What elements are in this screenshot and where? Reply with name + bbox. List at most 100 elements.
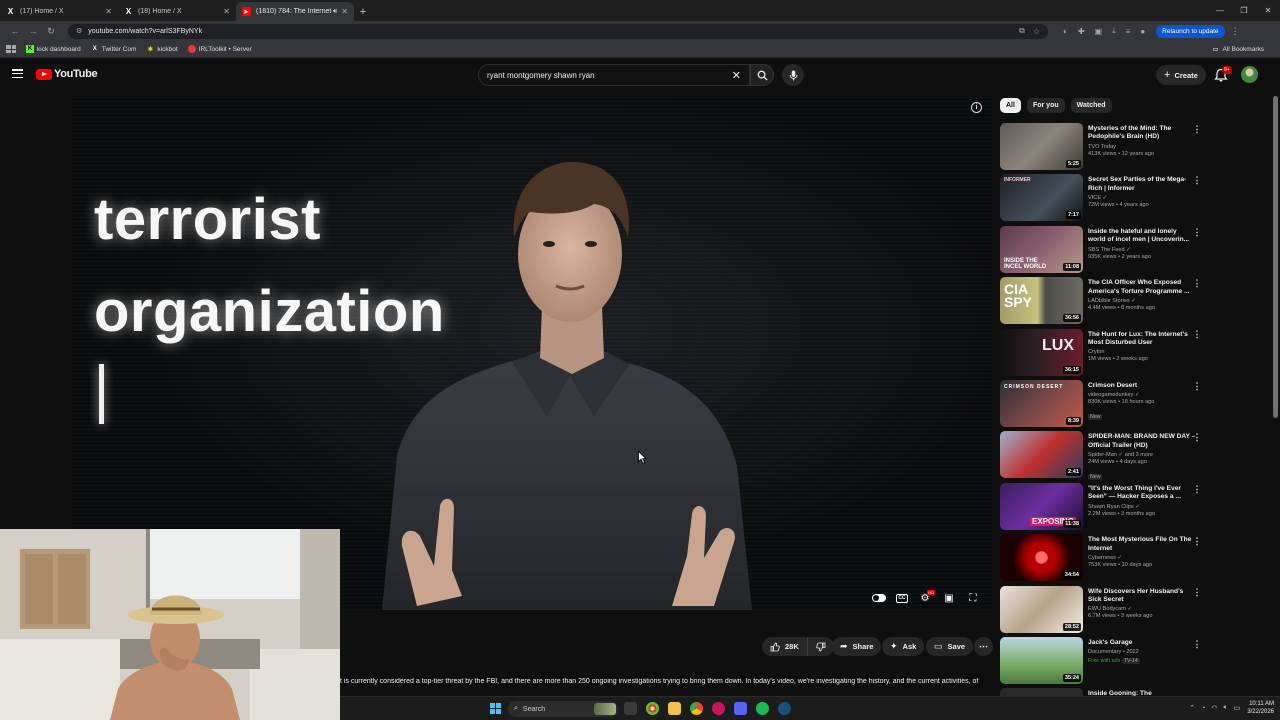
minimize-icon[interactable]: —	[1208, 0, 1232, 21]
widget-icon[interactable]	[594, 703, 616, 715]
menu-icon[interactable]	[12, 69, 23, 78]
channel-name[interactable]: SBS The Feed ✓	[1088, 247, 1196, 253]
chip-watched[interactable]: Watched	[1070, 98, 1112, 113]
like-button[interactable]: 28K	[762, 637, 808, 656]
channel-name[interactable]: LADbible Stories ✓	[1088, 298, 1196, 304]
list-item[interactable]: INFORMER 7:17 Secret Sex Parties of the …	[1000, 174, 1205, 225]
captions-icon[interactable]: CC	[896, 593, 908, 603]
close-icon[interactable]: ✕	[341, 7, 348, 16]
fullscreen-icon[interactable]: ⛶	[966, 592, 980, 604]
close-icon[interactable]: ✕	[105, 7, 112, 16]
more-vert-icon[interactable]: ⋮	[1192, 484, 1202, 495]
more-vert-icon[interactable]: ⋮	[1192, 175, 1202, 186]
list-item[interactable]: 28:52 Wife Discovers Her Husband's Sick …	[1000, 585, 1205, 637]
video-thumbnail[interactable]: 2:41	[1000, 431, 1083, 479]
wifi-icon[interactable]: ◠	[1211, 704, 1217, 712]
more-vert-icon[interactable]: ⋮	[1192, 329, 1202, 340]
more-vert-icon[interactable]: ⋮	[1192, 587, 1202, 598]
list-item[interactable]: 35:24 Jack's Garage Documentary • 2022 F…	[1000, 636, 1205, 688]
search-button[interactable]	[750, 64, 774, 86]
install-app-icon[interactable]: ⧉	[1019, 26, 1025, 36]
ask-button[interactable]: ✦ Ask	[882, 637, 925, 656]
search-input[interactable]: ryant montgomery shawn ryan ✕	[478, 64, 750, 86]
extension-icon[interactable]: ◐	[1063, 27, 1068, 36]
chevron-up-icon[interactable]: ⌃	[1189, 704, 1195, 712]
more-vert-icon[interactable]: ⋮	[1192, 381, 1202, 392]
channel-name[interactable]: VICE ✓	[1088, 195, 1196, 201]
channel-name[interactable]: Cryton	[1088, 349, 1196, 355]
video-thumbnail[interactable]: CRIMSON DESERT 8:39	[1000, 379, 1083, 427]
more-vert-icon[interactable]: ⋮	[1192, 432, 1202, 443]
video-title[interactable]: Crimson Desert	[1088, 382, 1196, 390]
bookmark-star-icon[interactable]: ☆	[1033, 27, 1040, 36]
bookmark-twitter[interactable]: X Twitter Com	[91, 45, 137, 53]
video-title[interactable]: Secret Sex Parties of the Mega-Rich | In…	[1088, 176, 1196, 193]
address-bar[interactable]: ⚙︎ youtube.com/watch?v=arlS3FByNYk ⧉ ☆	[68, 23, 1048, 39]
channel-name[interactable]: Cybernews ✓	[1088, 555, 1196, 561]
task-view-icon[interactable]	[624, 702, 637, 715]
dislike-button[interactable]	[807, 637, 834, 656]
more-vert-icon[interactable]: ⋮	[1192, 639, 1202, 650]
video-description[interactable]: t is currently considered a top-tier thr…	[340, 678, 980, 685]
puzzle-icon[interactable]: ✚	[1078, 27, 1085, 36]
bookmark-irltoolkit[interactable]: IRLToolkit • Server	[187, 45, 252, 53]
more-vert-icon[interactable]: ⋮	[1192, 124, 1202, 135]
youtube-logo[interactable]: YouTube	[36, 68, 98, 80]
chip-all[interactable]: All	[1000, 98, 1021, 113]
battery-icon[interactable]: ▭	[1234, 704, 1241, 712]
video-title[interactable]: Inside the hateful and lonely world of i…	[1088, 228, 1196, 245]
profile-icon[interactable]: ●	[1140, 27, 1145, 36]
list-item[interactable]: 34:54 The Most Mysterious File On The In…	[1000, 534, 1205, 585]
list-item[interactable]: CRIMSON DESERT 8:39 Crimson Desert video…	[1000, 379, 1205, 431]
channel-name[interactable]: Spider-Man ✓ and 3 more	[1088, 452, 1196, 458]
reload-icon[interactable]: ↻	[42, 26, 60, 37]
list-item[interactable]: 5:25 Mysteries of the Mind: The Pedophil…	[1000, 123, 1205, 174]
video-thumbnail[interactable]: INSIDE THE INCEL WORLD 11:08	[1000, 225, 1083, 273]
video-thumbnail[interactable]: EXPOSING 11:38	[1000, 482, 1083, 530]
bookmark-kickbot[interactable]: ✱ kickbot	[146, 45, 178, 53]
video-title[interactable]: "It's the Worst Thing I've Ever Seen" — …	[1088, 485, 1196, 502]
video-thumbnail[interactable]: LUX 36:15	[1000, 328, 1083, 376]
all-bookmarks-button[interactable]: ▭ All Bookmarks	[1211, 45, 1264, 53]
relaunch-button[interactable]: Relaunch to update	[1156, 24, 1225, 38]
channel-name[interactable]: videogamedunkey ✓	[1088, 392, 1196, 398]
download-icon[interactable]: ⤓	[1112, 26, 1116, 36]
app-icon[interactable]	[712, 702, 725, 715]
more-vert-icon[interactable]: ⋮	[1192, 278, 1202, 289]
discord-icon[interactable]	[734, 702, 747, 715]
more-vert-icon[interactable]: ⋮	[1231, 26, 1240, 37]
list-item[interactable]: INSIDE THE INCEL WORLD 11:08 Inside the …	[1000, 225, 1205, 277]
sidebar-icon[interactable]: ▣	[1095, 27, 1103, 36]
video-title[interactable]: The CIA Officer Who Exposed America's To…	[1088, 279, 1196, 296]
steam-icon[interactable]	[778, 702, 791, 715]
page-scrollbar[interactable]	[1273, 96, 1278, 418]
info-icon[interactable]: i	[971, 102, 982, 113]
video-thumbnail[interactable]: 28:52	[1000, 585, 1083, 633]
video-title[interactable]: SPIDER-MAN: BRAND NEW DAY – Official Tra…	[1088, 433, 1196, 450]
speaker-icon[interactable]: 🔊︎	[333, 8, 337, 16]
apps-grid-icon[interactable]	[6, 45, 16, 53]
windows-start-icon[interactable]	[490, 703, 501, 714]
volume-icon[interactable]: 🔈︎	[1223, 704, 1227, 712]
file-explorer-icon[interactable]	[668, 702, 681, 715]
browser-tab[interactable]: X (18) Home / X ✕	[118, 2, 236, 21]
voice-search-button[interactable]	[782, 64, 804, 86]
chrome-icon[interactable]	[690, 702, 703, 715]
more-vert-icon[interactable]: ⋮	[1192, 536, 1202, 547]
more-vert-icon[interactable]: ⋮	[1192, 227, 1202, 238]
create-button[interactable]: + Create	[1156, 65, 1206, 85]
back-icon[interactable]: ←	[6, 26, 24, 36]
browser-tab-active[interactable]: ▶ (1810) 784: The Internet's M 🔊︎ ✕	[236, 2, 354, 21]
site-info-icon[interactable]: ⚙︎	[76, 27, 82, 35]
settings-gear-icon[interactable]: ⚙︎ HD	[918, 590, 935, 604]
video-title[interactable]: Mysteries of the Mind: The Pedophile's B…	[1088, 125, 1196, 142]
video-thumbnail[interactable]: 35:24	[1000, 636, 1083, 684]
media-icon[interactable]: ≡	[1126, 27, 1131, 36]
video-thumbnail[interactable]: 5:25	[1000, 123, 1083, 170]
video-title[interactable]: Wife Discovers Her Husband's Sick Secret	[1088, 588, 1196, 605]
taskbar-clock[interactable]: 10:11 AM 3/22/2026	[1247, 700, 1274, 716]
video-thumbnail[interactable]: INFORMER 7:17	[1000, 174, 1083, 222]
list-item[interactable]: 2:41 SPIDER-MAN: BRAND NEW DAY – Officia…	[1000, 431, 1205, 482]
forward-icon[interactable]: →	[24, 26, 42, 36]
list-item[interactable]: LUX 36:15 The Hunt for Lux: The Internet…	[1000, 328, 1205, 380]
